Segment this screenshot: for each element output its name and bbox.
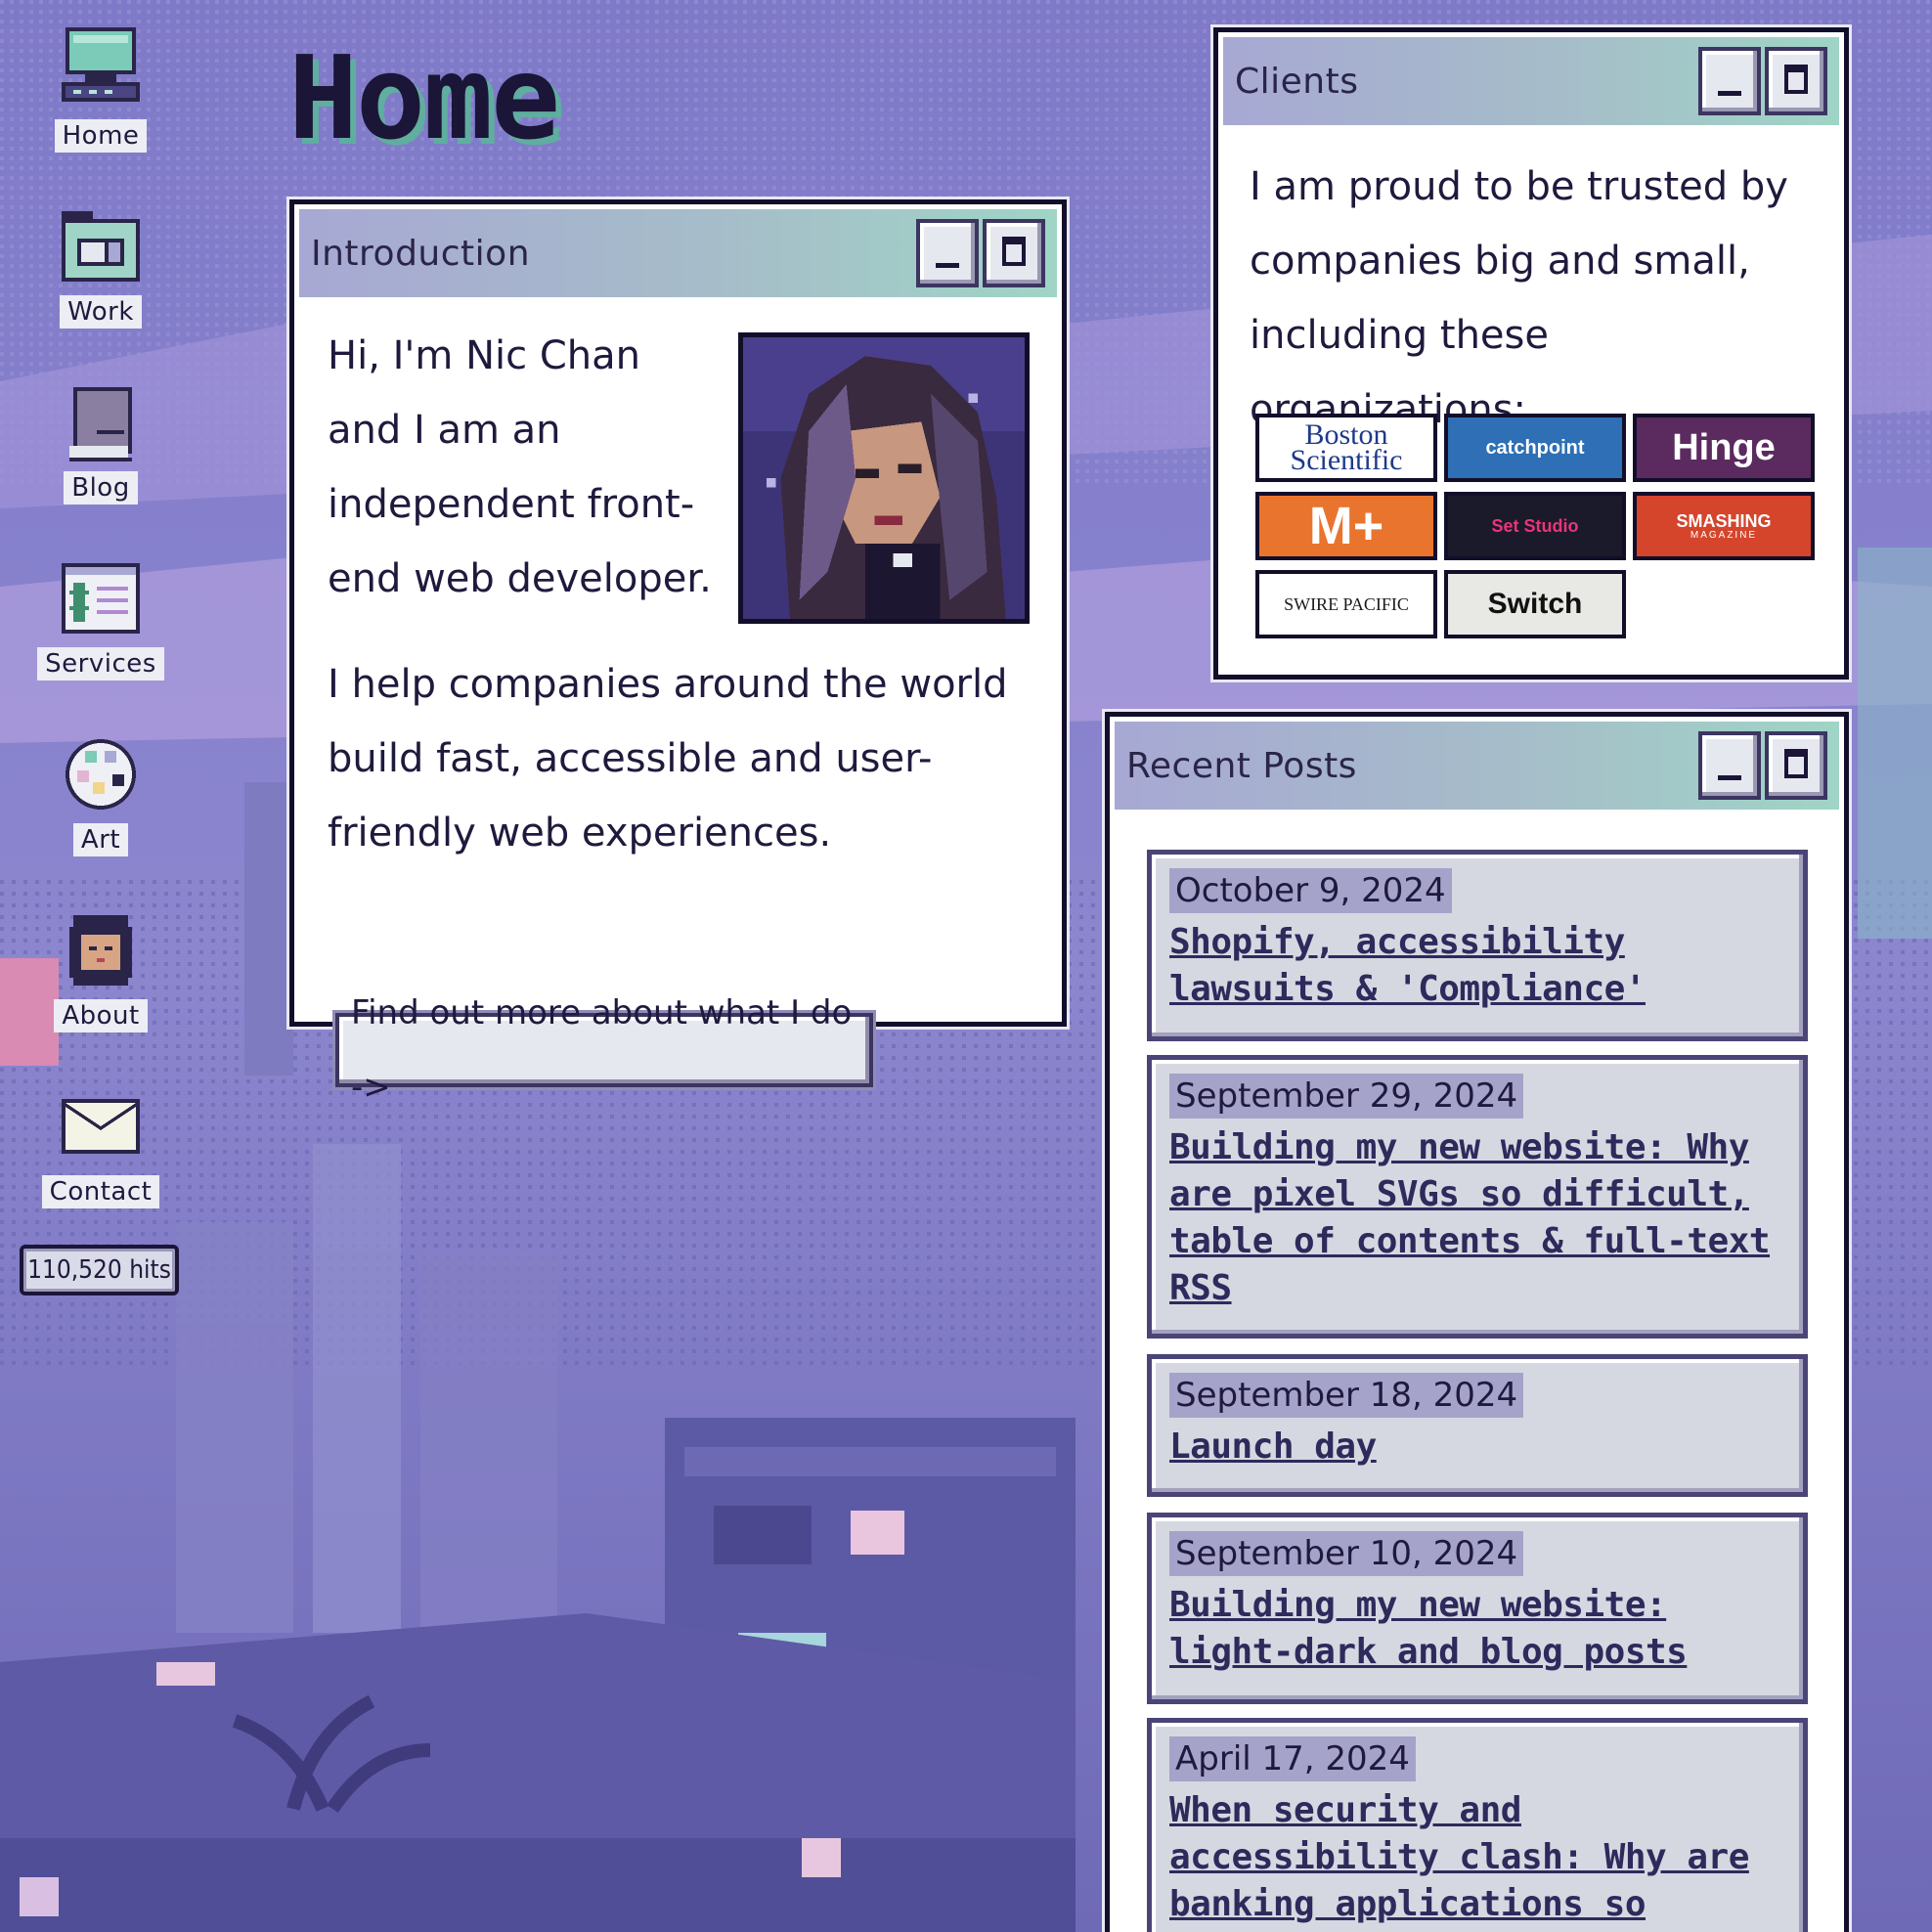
envelope-icon — [62, 1099, 140, 1154]
maximize-button[interactable] — [983, 219, 1045, 287]
price-list-icon — [62, 563, 140, 634]
maximize-button[interactable] — [1765, 47, 1827, 115]
client-logo: SMASHING MAGAZINE — [1633, 492, 1815, 560]
client-logo: M+ — [1255, 492, 1437, 560]
sidebar-item-blog[interactable]: Blog — [27, 375, 174, 505]
sidebar-item-services[interactable]: Services — [27, 551, 174, 681]
post-title-link[interactable]: Building my new website: Why are pixel S… — [1169, 1124, 1785, 1312]
client-logo-text: Hinge — [1672, 426, 1776, 468]
page-title: Home — [288, 30, 560, 165]
sidebar-item-label: Work — [60, 295, 142, 329]
post-title-link[interactable]: Shopify, accessibility lawsuits & 'Compl… — [1169, 919, 1785, 1013]
client-logo: Hinge — [1633, 414, 1815, 482]
post-card: September 29, 2024 Building my new websi… — [1147, 1055, 1808, 1339]
client-logo: Switch — [1444, 570, 1626, 638]
post-date: September 29, 2024 — [1169, 1074, 1524, 1119]
sidebar-item-art[interactable]: Art — [27, 727, 174, 856]
paint-palette-icon — [66, 739, 136, 810]
post-date: April 17, 2024 — [1169, 1736, 1416, 1781]
client-logo-text: M+ — [1308, 497, 1384, 555]
client-logo-subtext: MAGAZINE — [1690, 529, 1758, 541]
client-logo-text: Set Studio — [1491, 515, 1579, 536]
maximize-button[interactable] — [1765, 731, 1827, 800]
minimize-button[interactable] — [916, 219, 979, 287]
client-logo-text: SWIRE PACIFIC — [1284, 593, 1409, 614]
intro-paragraph-1: Hi, I'm Nic Chan and I am an independent… — [328, 333, 712, 601]
window-title: Recent Posts — [1126, 745, 1357, 786]
post-title-link[interactable]: Building my new website: light-dark and … — [1169, 1582, 1785, 1676]
introduction-window: Introduction Hi, I'm Nic Chan and I am a… — [289, 199, 1067, 1107]
portrait-image — [738, 332, 1030, 624]
client-logo-text: Boston Scientific — [1290, 418, 1403, 476]
client-logo-text: catchpoint — [1485, 436, 1585, 459]
post-card: September 18, 2024 Launch day — [1147, 1354, 1808, 1497]
services-link-button[interactable]: Find out more about what I do -> — [335, 993, 873, 1107]
sidebar-item-work[interactable]: Work — [27, 199, 174, 329]
avatar-icon — [69, 915, 132, 986]
client-logo: Boston Scientific — [1255, 414, 1437, 482]
post-title-link[interactable]: When security and accessibility clash: W… — [1169, 1787, 1785, 1928]
minimize-button[interactable] — [1698, 47, 1761, 115]
post-card: April 17, 2024 When security and accessi… — [1147, 1718, 1808, 1932]
window-title: Clients — [1235, 61, 1359, 102]
computer-icon — [62, 27, 140, 102]
sidebar-item-label: Blog — [64, 471, 138, 505]
sidebar-item-contact[interactable]: Contact — [27, 1079, 174, 1208]
client-logo: catchpoint — [1444, 414, 1626, 482]
recent-posts-window: Recent Posts October 9, 2024 Shopify, ac… — [1105, 712, 1849, 1932]
hit-counter: 110,520 hits — [20, 1245, 179, 1295]
post-title-link[interactable]: Launch day — [1169, 1424, 1785, 1471]
sidebar-item-home[interactable]: Home — [27, 23, 174, 153]
sidebar-item-label: Art — [72, 823, 129, 856]
post-card: October 9, 2024 Shopify, accessibility l… — [1147, 850, 1808, 1041]
client-logo: Set Studio — [1444, 492, 1626, 560]
sidebar-item-label: About — [54, 999, 148, 1032]
client-logo-text: Switch — [1487, 588, 1583, 620]
minimize-button[interactable] — [1698, 731, 1761, 800]
window-title: Introduction — [311, 233, 531, 274]
window-titlebar[interactable]: Introduction — [299, 209, 1057, 297]
post-date: September 18, 2024 — [1169, 1373, 1524, 1418]
sidebar-item-label: Services — [37, 647, 164, 681]
clients-window: Clients I am proud to be trusted by comp… — [1213, 27, 1849, 680]
folder-icon — [62, 211, 140, 282]
post-card: September 10, 2024 Building my new websi… — [1147, 1513, 1808, 1704]
sidebar-item-label: Contact — [41, 1175, 160, 1208]
notebook-icon — [69, 387, 132, 461]
sidebar-item-about[interactable]: About — [27, 903, 174, 1032]
post-date: September 10, 2024 — [1169, 1531, 1524, 1576]
client-logo: SWIRE PACIFIC — [1255, 570, 1437, 638]
sidebar-item-label: Home — [54, 119, 148, 153]
clients-description: I am proud to be trusted by companies bi… — [1250, 164, 1788, 432]
intro-paragraph-2: I help companies around the world build … — [328, 662, 1008, 856]
window-titlebar[interactable]: Clients — [1223, 37, 1839, 125]
post-date: October 9, 2024 — [1169, 868, 1452, 913]
window-titlebar[interactable]: Recent Posts — [1115, 722, 1839, 810]
client-logo-text: SMASHING — [1676, 510, 1772, 531]
